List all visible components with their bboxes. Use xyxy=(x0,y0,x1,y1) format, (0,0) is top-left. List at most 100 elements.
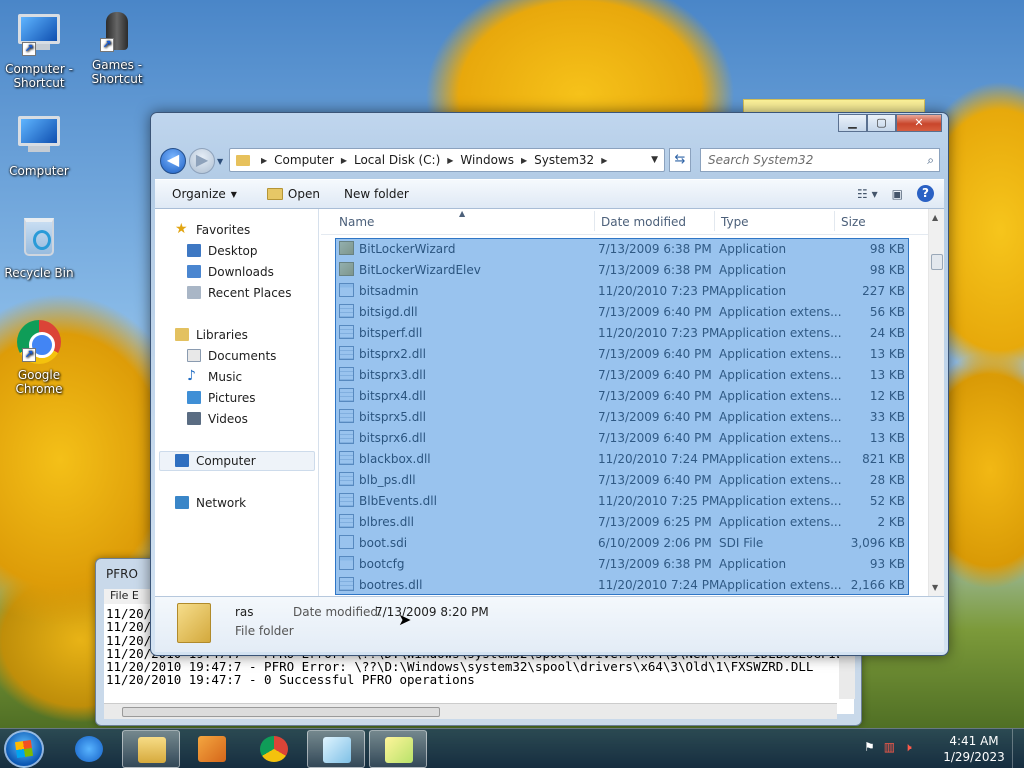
taskbar: ⚑ ▥ 🕨 4:41 AM 1/29/2023 xyxy=(0,728,1024,768)
nav-computer[interactable]: Computer xyxy=(175,451,256,470)
desktop-icon-games-shortcut[interactable]: ↗ Games - Shortcut xyxy=(80,10,154,86)
chevron-right-icon[interactable]: ▶ xyxy=(598,156,610,165)
breadcrumb-local-disk[interactable]: Local Disk (C:) xyxy=(350,153,444,167)
scrollbar-thumb[interactable] xyxy=(931,254,943,270)
open-button[interactable]: Open xyxy=(247,187,330,201)
nav-videos[interactable]: Videos xyxy=(187,409,248,428)
file-list[interactable]: Name ▲ Date modified Type Size BitLocker… xyxy=(321,209,944,596)
nav-network[interactable]: Network xyxy=(175,493,246,512)
column-header-name[interactable]: Name xyxy=(339,215,374,229)
nav-favorites[interactable]: ★ Favorites xyxy=(175,220,250,239)
games-icon: ↗ xyxy=(94,10,140,54)
details-date-value: 7/13/2009 8:20 PM xyxy=(375,605,489,619)
scroll-down-icon[interactable]: ▼ xyxy=(932,583,938,592)
vertical-scrollbar[interactable]: ▲ ▼ xyxy=(928,209,944,596)
desktop-icon-label: Google Chrome xyxy=(15,368,63,396)
nav-downloads[interactable]: Downloads xyxy=(187,262,274,281)
nav-label: Downloads xyxy=(208,264,274,279)
downloads-icon xyxy=(187,265,201,278)
network-status-icon[interactable]: ▥ xyxy=(884,740,895,755)
breadcrumb-computer[interactable]: Computer xyxy=(270,153,338,167)
nav-documents[interactable]: Documents xyxy=(187,346,276,365)
window-title: PFRO xyxy=(106,567,138,581)
taskbar-media-player[interactable] xyxy=(183,730,241,768)
desktop-icon-label: Computer - Shortcut xyxy=(5,62,73,90)
horizontal-scrollbar[interactable] xyxy=(104,703,837,719)
nav-pictures[interactable]: Pictures xyxy=(187,388,256,407)
action-center-flag-icon[interactable]: ⚑ xyxy=(864,740,875,755)
taskbar-sticky-notes[interactable] xyxy=(369,730,427,768)
nav-desktop[interactable]: Desktop xyxy=(187,241,258,260)
command-bar: Organize ▼ Open New folder ☷ ▾ ▣ ? xyxy=(155,179,944,209)
internet-explorer-icon xyxy=(75,736,103,762)
chrome-icon xyxy=(260,736,288,762)
search-icon[interactable]: ⌕ xyxy=(927,149,934,171)
explorer-body: ★ Favorites Desktop Downloads Recent Plac… xyxy=(155,209,944,596)
column-header-type[interactable]: Type xyxy=(721,215,749,229)
desktop-icon-google-chrome[interactable]: ↗ Google Chrome xyxy=(2,320,76,396)
show-desktop-button[interactable] xyxy=(1012,729,1024,768)
breadcrumb-system32[interactable]: System32 xyxy=(530,153,598,167)
scrollbar-thumb[interactable] xyxy=(122,707,440,717)
volume-muted-icon[interactable]: 🕨 xyxy=(904,740,912,755)
back-button[interactable]: ◀ xyxy=(160,148,186,174)
minimize-button[interactable]: ▁ xyxy=(838,114,867,132)
details-type: File folder xyxy=(235,624,294,638)
new-folder-button[interactable]: New folder xyxy=(330,187,419,201)
vertical-scrollbar[interactable] xyxy=(839,649,855,699)
nav-music[interactable]: ♪ Music xyxy=(187,367,242,386)
nav-label: Desktop xyxy=(208,243,258,258)
nav-label: Music xyxy=(208,369,243,384)
help-icon[interactable]: ? xyxy=(917,185,934,202)
recent-pages-dropdown[interactable]: ▼ xyxy=(217,157,223,166)
chevron-right-icon[interactable]: ▶ xyxy=(338,156,350,165)
address-bar[interactable]: ▶ Computer ▶ Local Disk (C:) ▶ Windows ▶… xyxy=(229,148,665,172)
chevron-down-icon[interactable]: ▼ xyxy=(651,155,658,165)
chevron-right-icon[interactable]: ▶ xyxy=(444,156,456,165)
nav-label: Documents xyxy=(208,348,277,363)
details-name: ras xyxy=(235,605,254,619)
taskbar-chrome[interactable] xyxy=(245,730,303,768)
refresh-button[interactable]: ⇆ xyxy=(669,148,691,172)
recycle-bin-icon xyxy=(16,218,62,262)
navigation-pane[interactable]: ★ Favorites Desktop Downloads Recent Plac… xyxy=(155,209,319,596)
chevron-down-icon: ▼ xyxy=(230,189,237,199)
desktop-icon-computer[interactable]: Computer xyxy=(2,112,76,178)
taskbar-explorer[interactable] xyxy=(122,730,180,768)
desktop-icon-computer-shortcut[interactable]: ↗ Computer - Shortcut xyxy=(2,10,76,90)
network-icon xyxy=(175,496,189,509)
view-options-icon[interactable]: ☷ ▾ xyxy=(857,187,878,201)
selection-rectangle xyxy=(335,238,909,595)
scroll-up-icon[interactable]: ▲ xyxy=(932,213,938,222)
search-input[interactable]: Search System32 ⌕ xyxy=(700,148,940,172)
breadcrumb-windows[interactable]: Windows xyxy=(456,153,518,167)
star-icon: ★ xyxy=(175,221,188,237)
log-line: 11/20/2010 19:47:7 - PFRO Error: \??\D:\… xyxy=(106,659,814,675)
chevron-right-icon[interactable]: ▶ xyxy=(258,156,270,165)
chevron-right-icon[interactable]: ▶ xyxy=(518,156,530,165)
taskbar-notepad[interactable] xyxy=(307,730,365,768)
computer-icon: ↗ xyxy=(16,14,62,58)
column-header-size[interactable]: Size xyxy=(841,215,866,229)
details-pane: ras File folder Date modified: 7/13/2009… xyxy=(155,596,944,652)
sort-ascending-icon: ▲ xyxy=(459,209,466,218)
nav-recent-places[interactable]: Recent Places xyxy=(187,283,291,302)
clock[interactable]: 4:41 AM 1/29/2023 xyxy=(941,733,1007,765)
log-line: 11/20/2010 19:47:7 - 0 Successful PFRO o… xyxy=(106,672,475,688)
organize-button[interactable]: Organize ▼ xyxy=(155,187,247,201)
column-header-date[interactable]: Date modified xyxy=(601,215,686,229)
taskbar-internet-explorer[interactable] xyxy=(60,730,118,768)
forward-button[interactable]: ▶ xyxy=(189,148,215,174)
preview-pane-icon[interactable]: ▣ xyxy=(892,187,903,201)
start-button[interactable] xyxy=(4,730,44,768)
nav-libraries[interactable]: Libraries xyxy=(175,325,248,344)
documents-icon xyxy=(187,349,201,362)
close-button[interactable]: ✕ xyxy=(896,114,942,132)
maximize-button[interactable]: ▢ xyxy=(867,114,896,132)
organize-label: Organize xyxy=(172,187,226,201)
nav-label: Computer xyxy=(196,453,256,468)
desktop-icon-recycle-bin[interactable]: Recycle Bin xyxy=(2,216,76,280)
nav-label: Recent Places xyxy=(208,285,292,300)
new-folder-label: New folder xyxy=(343,187,409,201)
explorer-window[interactable]: ▁ ▢ ✕ ◀ ▶ ▼ ▶ Computer ▶ Local Disk (C:)… xyxy=(150,112,949,656)
